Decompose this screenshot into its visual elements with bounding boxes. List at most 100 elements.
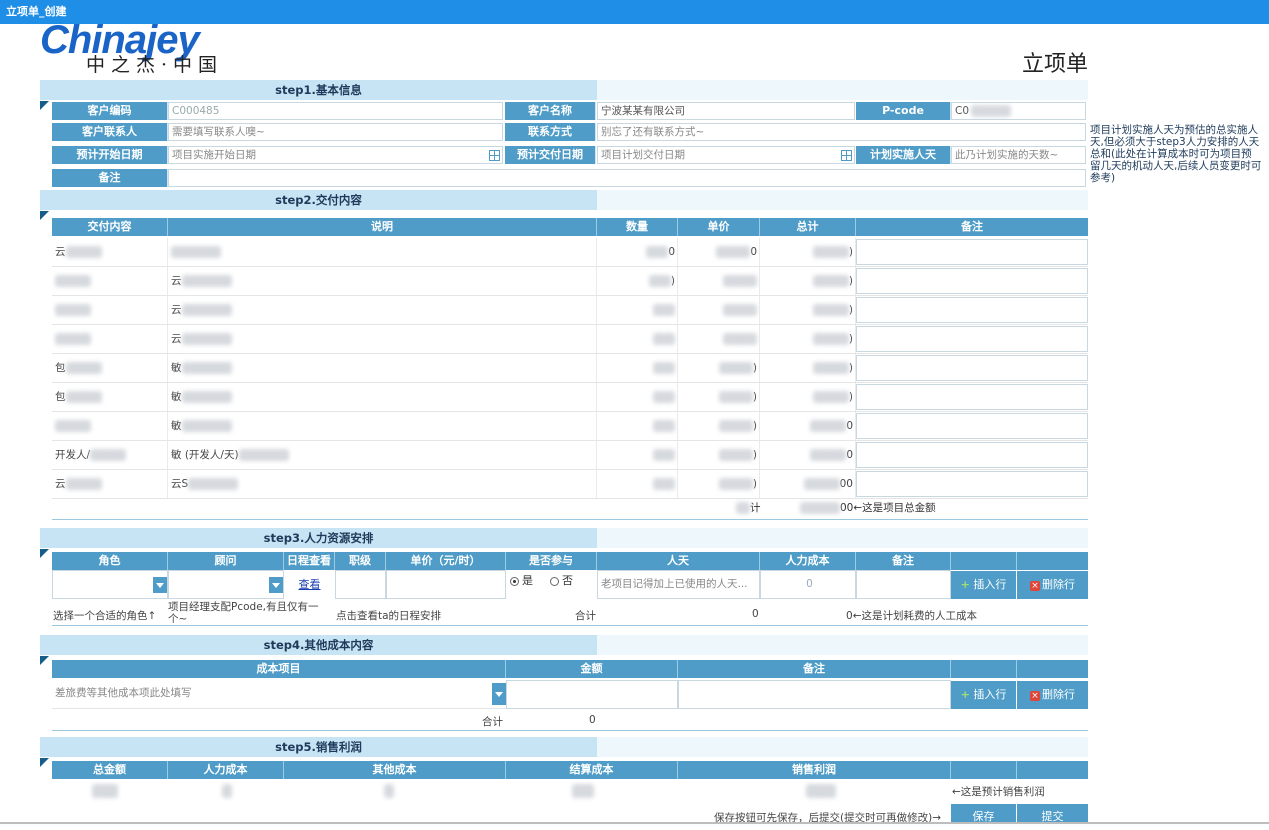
contact-way-field[interactable]: 别忘了还有联系方式~ [597, 123, 1086, 141]
cell-text: ) [848, 304, 853, 316]
view-schedule-link[interactable]: 查看 [299, 578, 321, 591]
customer-code-field[interactable]: C000485 [168, 102, 503, 120]
radio-no[interactable] [550, 576, 559, 586]
chevron-down-icon[interactable] [492, 683, 506, 705]
step5-title: step5.销售利润 [40, 737, 597, 757]
plan-days-field[interactable]: 此乃计划实施的天数~ [951, 146, 1086, 164]
chevron-down-icon[interactable] [153, 577, 167, 593]
redacted-value [653, 333, 675, 345]
redacted-value [188, 478, 239, 490]
customer-name-field[interactable]: 宁波某某有限公司 [597, 102, 855, 120]
col-hr-remark: 备注 [856, 552, 951, 570]
radio-yes[interactable] [510, 576, 519, 586]
delete-row-button[interactable]: × 删除行 [1017, 571, 1088, 599]
table-cell-remark[interactable] [856, 355, 1088, 381]
table-cell-desc: 云 [168, 296, 597, 324]
mandays-placeholder: 老项目记得加上已使用的人天... [601, 578, 748, 590]
table-cell-price [678, 325, 760, 353]
table-cell-qty: 0 [597, 238, 678, 266]
calendar-icon[interactable] [841, 150, 852, 161]
table-cell-remark[interactable] [856, 442, 1088, 468]
table-cell-desc: 敏 [168, 412, 597, 440]
redacted-value [55, 275, 91, 287]
insert-row-button[interactable]: + 插入行 [951, 571, 1016, 599]
col-mandays: 人天 [597, 552, 760, 570]
table-cell-qty [597, 354, 678, 382]
table-row: 云) [52, 325, 1088, 354]
total-amount-redacted [800, 502, 840, 514]
cell-text: 0 [846, 420, 853, 432]
cost-amount-field[interactable] [506, 680, 678, 709]
step4-title: step4.其他成本内容 [40, 635, 597, 655]
schedule-cell: 查看 [284, 570, 335, 599]
table-cell-content: 包 [52, 354, 168, 382]
pcode-field[interactable]: C0 [951, 102, 1086, 120]
contact-label: 客户联系人 [52, 123, 168, 141]
cell-text: 敏 [171, 362, 182, 374]
col-action-1 [951, 660, 1017, 678]
remark-field[interactable] [168, 169, 1086, 187]
role-select[interactable] [52, 570, 168, 599]
redacted-value [812, 275, 849, 287]
hr-remark-field[interactable] [856, 570, 951, 599]
redacted-value [812, 246, 849, 258]
cell-text: ) [848, 391, 853, 403]
table-cell-remark[interactable] [856, 326, 1088, 352]
table-cell-total: ) [760, 325, 856, 353]
chevron-down-icon[interactable] [269, 577, 283, 593]
redacted-value [718, 362, 753, 374]
delivery-date-field[interactable]: 项目计划交付日期 [597, 146, 855, 164]
cost-item-field[interactable]: 差旅费等其他成本项此处填写 [52, 680, 506, 709]
table-cell-remark[interactable] [856, 239, 1088, 265]
redacted-value [92, 784, 118, 798]
save-button[interactable]: 保存 [951, 804, 1016, 824]
consultant-select[interactable] [168, 570, 284, 599]
redacted-value [181, 275, 232, 287]
step4-marker [40, 656, 49, 665]
redacted-value [653, 478, 675, 490]
table-cell-price: ) [678, 354, 760, 382]
redacted-value [718, 391, 753, 403]
redacted-value [812, 304, 849, 316]
hr-sum-cost-value: 0 [846, 610, 853, 622]
delete-row-label: 删除行 [1042, 578, 1075, 591]
table-cell-total: ) [760, 238, 856, 266]
cost-remark-field[interactable] [678, 680, 951, 709]
unit-price-field[interactable] [386, 570, 506, 599]
table-cell-total: 00 [760, 470, 856, 498]
table-cell-remark[interactable] [856, 413, 1088, 439]
chinajey-logo: Chinajey 中之杰·中国 [40, 18, 300, 76]
delete-row-button[interactable]: × 删除行 [1017, 681, 1088, 709]
pcode-redacted [971, 105, 1012, 117]
cost-sum-value: 0 [589, 714, 596, 726]
calendar-icon[interactable] [489, 150, 500, 161]
table-cell-content: 云 [52, 470, 168, 498]
start-date-field[interactable]: 项目实施开始日期 [168, 146, 503, 164]
redacted-value [55, 420, 91, 432]
insert-row-button[interactable]: + 插入行 [951, 681, 1016, 709]
col-labor-cost: 人力成本 [760, 552, 856, 570]
contact-field[interactable]: 需要填写联系人噢~ [168, 123, 503, 141]
submit-button[interactable]: 提交 [1017, 804, 1088, 824]
participate-radios: 是 否 [510, 572, 573, 588]
settle-cost-cell [572, 784, 594, 798]
col-amount: 金额 [506, 660, 678, 678]
redacted-value [803, 478, 840, 490]
mandays-field[interactable]: 老项目记得加上已使用的人天... [597, 570, 760, 599]
col-settle-cost: 结算成本 [506, 761, 678, 779]
cell-text: 云 [55, 478, 66, 490]
table-cell-total: 0 [760, 441, 856, 469]
table-cell-content [52, 296, 168, 324]
labor-cost-field[interactable]: 0 [760, 570, 856, 599]
cell-text: ) [848, 275, 853, 287]
table-cell-remark[interactable] [856, 297, 1088, 323]
table-row: 包 敏)) [52, 354, 1088, 383]
table-cell-remark[interactable] [856, 471, 1088, 497]
step2-header-right [597, 190, 1088, 210]
table-cell-remark[interactable] [856, 384, 1088, 410]
col-rank: 职级 [335, 552, 386, 570]
profit-cell [806, 784, 836, 798]
col-action-2 [1017, 660, 1088, 678]
table-cell-remark[interactable] [856, 268, 1088, 294]
rank-field[interactable] [335, 570, 386, 599]
